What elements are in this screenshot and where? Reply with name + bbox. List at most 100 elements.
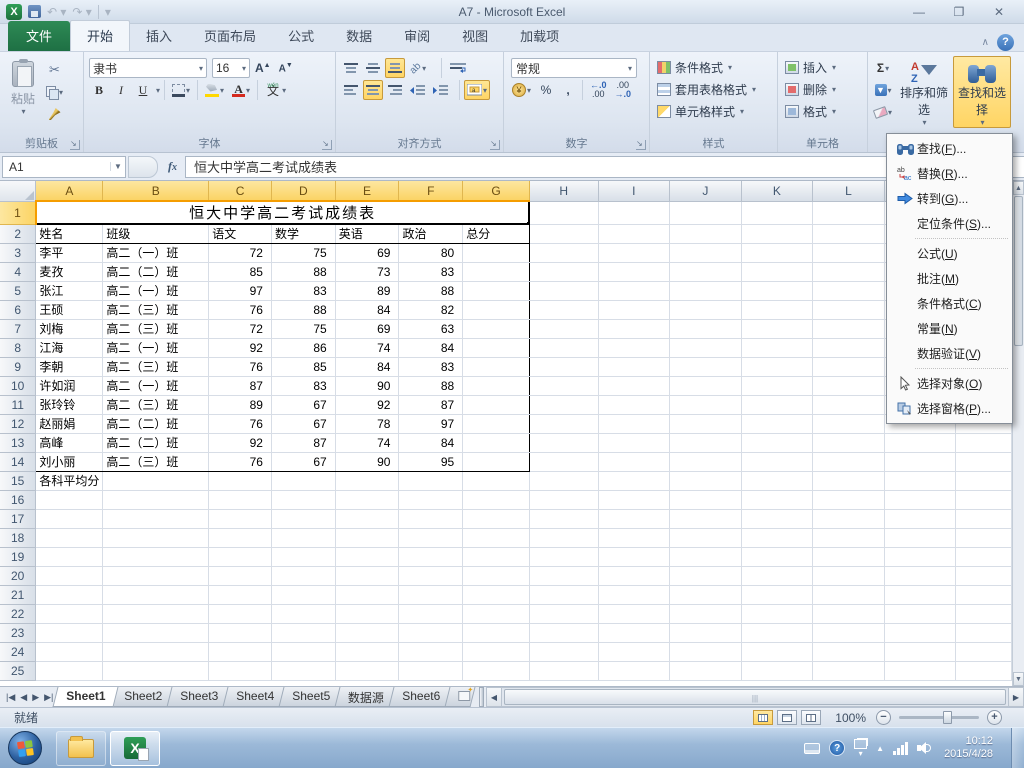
cell[interactable]: 数学 — [271, 224, 336, 244]
italic-button[interactable]: I — [111, 80, 131, 100]
page-break-view-button[interactable] — [801, 710, 822, 725]
cell[interactable]: 87 — [398, 395, 464, 415]
network-icon[interactable] — [893, 741, 909, 755]
cell[interactable] — [335, 604, 400, 624]
menu-item-3[interactable]: 定位条件(S)... — [887, 211, 1012, 236]
cell[interactable] — [884, 566, 957, 586]
cut-button[interactable]: ✂ — [43, 60, 66, 80]
row-header-12[interactable]: 12 — [0, 413, 37, 434]
cell[interactable] — [271, 585, 336, 605]
zoom-out-button[interactable]: − — [876, 710, 891, 725]
page-layout-view-button[interactable] — [777, 710, 798, 725]
tab-splitter[interactable] — [478, 687, 484, 707]
cell[interactable] — [812, 642, 885, 662]
cell[interactable] — [462, 661, 530, 681]
cell[interactable] — [598, 566, 671, 586]
row-header-9[interactable]: 9 — [0, 356, 37, 377]
cell[interactable]: 95 — [398, 452, 464, 472]
cell[interactable] — [529, 642, 599, 662]
cell[interactable] — [955, 509, 1012, 529]
cell[interactable] — [271, 566, 336, 586]
cell[interactable] — [271, 471, 336, 491]
cell[interactable] — [102, 547, 210, 567]
decrease-indent-button[interactable] — [407, 80, 428, 100]
cell[interactable] — [529, 243, 599, 263]
row-header-21[interactable]: 21 — [0, 584, 37, 605]
cell[interactable] — [741, 300, 814, 320]
undo-icon[interactable]: ↶ ▾ — [47, 5, 66, 19]
cell[interactable] — [529, 262, 599, 282]
cell[interactable]: 高二（三）班 — [102, 452, 210, 472]
format-painter-button[interactable] — [43, 104, 66, 124]
cell[interactable] — [208, 661, 272, 681]
cell[interactable] — [529, 452, 599, 472]
cell[interactable]: 政治 — [398, 224, 464, 244]
grow-font-button[interactable]: A▲ — [252, 58, 274, 78]
cell[interactable] — [955, 623, 1012, 643]
cell[interactable]: 高二（一）班 — [102, 376, 210, 396]
cell[interactable] — [462, 395, 530, 415]
cell[interactable] — [271, 661, 336, 681]
cell[interactable] — [812, 433, 885, 453]
cell[interactable] — [669, 528, 742, 548]
cell[interactable] — [529, 623, 599, 643]
font-name-select[interactable]: 隶书 ▾ — [89, 58, 207, 78]
volume-icon[interactable] — [917, 742, 932, 754]
cell[interactable]: 83 — [271, 281, 336, 301]
cell[interactable]: 高二（一）班 — [102, 338, 210, 358]
zoom-level[interactable]: 100% — [835, 711, 866, 725]
cell[interactable]: 73 — [335, 262, 400, 282]
cell[interactable] — [669, 243, 742, 263]
cell[interactable] — [598, 509, 671, 529]
cell[interactable] — [669, 547, 742, 567]
cell[interactable] — [812, 414, 885, 434]
cell[interactable] — [812, 528, 885, 548]
cell[interactable] — [812, 243, 885, 263]
column-header-K[interactable]: K — [740, 181, 814, 202]
sheet-tab-数据源[interactable]: 数据源 — [334, 687, 398, 707]
cell[interactable] — [529, 661, 599, 681]
save-icon[interactable] — [28, 5, 41, 18]
cell[interactable] — [955, 661, 1012, 681]
orientation-button[interactable]: ab ▾ — [407, 58, 429, 78]
cell[interactable] — [741, 471, 814, 491]
cell[interactable] — [669, 319, 742, 339]
cell[interactable] — [955, 490, 1012, 510]
clock[interactable]: 10:12 2015/4/28 — [944, 735, 993, 761]
cell[interactable] — [271, 623, 336, 643]
ribbon-tab-1[interactable]: 开始 — [70, 20, 131, 51]
cell[interactable]: 84 — [398, 433, 464, 453]
collapse-ribbon-icon[interactable]: ∧ — [982, 37, 989, 48]
cell[interactable] — [335, 547, 400, 567]
phonetic-guide-button[interactable]: 文▾ — [262, 77, 289, 100]
fx-icon[interactable]: fx — [158, 159, 185, 174]
cell[interactable] — [529, 414, 599, 434]
cell[interactable]: 76 — [208, 300, 272, 320]
cell[interactable] — [398, 604, 464, 624]
cell[interactable] — [598, 300, 671, 320]
styles-2-button[interactable]: 单元格样式 ▾ — [653, 100, 774, 122]
cell[interactable] — [812, 376, 885, 396]
start-button[interactable] — [8, 731, 42, 765]
cell[interactable] — [598, 281, 671, 301]
cell[interactable] — [598, 604, 671, 624]
cell[interactable] — [812, 338, 885, 358]
shrink-font-button[interactable]: A▼ — [276, 58, 296, 78]
cell[interactable]: 78 — [335, 414, 400, 434]
fill-button[interactable]: ▼ ▾ — [871, 80, 895, 100]
cell[interactable] — [35, 585, 104, 605]
cell[interactable] — [741, 281, 814, 301]
merged-title-cell[interactable]: 恒大中学高二考试成绩表 — [34, 200, 531, 225]
row-header-2[interactable]: 2 — [0, 223, 37, 244]
cell[interactable] — [669, 661, 742, 681]
cells-2-button[interactable]: 格式 ▾ — [781, 100, 864, 122]
cell[interactable] — [529, 566, 599, 586]
help-button[interactable]: ? — [997, 34, 1014, 51]
cell[interactable]: 87 — [208, 376, 272, 396]
bold-button[interactable]: B — [89, 80, 109, 100]
cell[interactable]: 88 — [398, 376, 464, 396]
cell[interactable] — [335, 642, 400, 662]
cell[interactable] — [812, 509, 885, 529]
row-header-4[interactable]: 4 — [0, 261, 37, 282]
sheet-tab-Sheet3[interactable]: Sheet3 — [166, 687, 232, 707]
